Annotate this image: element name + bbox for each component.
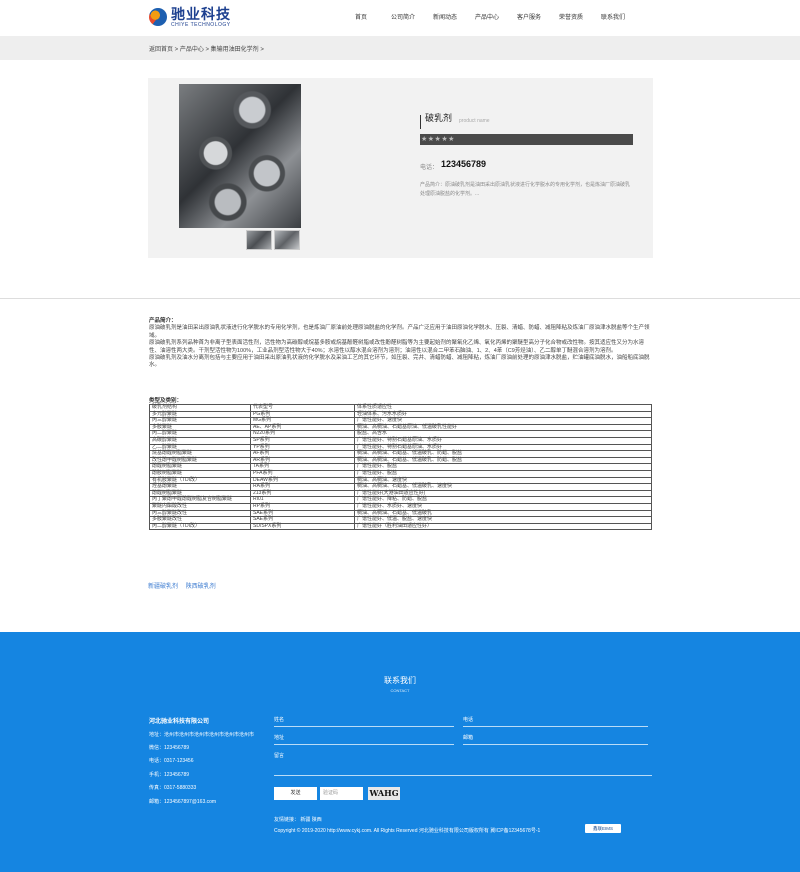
product-main-image[interactable] (179, 84, 301, 228)
table-cell: 稠油、高稠油、石蜡基、低温破乳、防蜡、脱盐 (354, 456, 652, 465)
tag-link[interactable]: 新疆破乳剂 (148, 584, 178, 590)
divider (0, 298, 800, 299)
logo-subtitle: CHIYE TECHNOLOGY (171, 21, 231, 28)
product-panel: 破乳剂 product name ★★★★★ 电话： 123456789 产品简… (148, 78, 653, 258)
rating-stars: ★★★★★ (420, 134, 633, 145)
product-thumbnails (246, 230, 300, 250)
phone-label: 电话： (420, 165, 439, 171)
breadcrumb[interactable]: 返回首页 > 产品中心 > 集输用油田化学剂 > (149, 44, 264, 53)
description-paragraph: 原油破乳剂系列品种首为非离子型表面活性剂，活性物为高碳醇或烷基多胺或烷基酚醛树脂… (149, 340, 645, 354)
friend-links[interactable]: 友情链接： 新疆 陕西 (274, 816, 322, 823)
captcha-input[interactable]: 验证码 (320, 787, 363, 800)
nav-service[interactable]: 客户服务 (508, 12, 550, 21)
product-thumbnail[interactable] (246, 230, 272, 250)
table-row: 改性酚甲醛树脂聚醚 AR系列 稠油、高稠油、石蜡基、低温破乳、防蜡、脱盐 (149, 456, 652, 465)
nav-honors[interactable]: 荣誉资质 (550, 12, 592, 21)
company-address: 地址：沧州市沧州市沧州市沧州市沧州市沧州市 (149, 732, 255, 738)
title-divider (420, 115, 421, 129)
table-cell: 广谱性能好、脱盐 (354, 463, 652, 471)
company-email: 邮箱：1234567897@163.com (149, 799, 217, 805)
captcha-image[interactable]: WAHG (368, 787, 400, 800)
table-cell: 广谱性能好、水质好、速度快 (354, 502, 652, 511)
nav-contact[interactable]: 联系我们 (592, 12, 634, 21)
table-row: 丙二醇聚醚（TDI改） SD/SPX系列 广谱性能好（胜利油田适应性好） (149, 522, 652, 531)
nav-about[interactable]: 公司简介 (382, 12, 424, 21)
nav-news[interactable]: 新闻动态 (424, 12, 466, 21)
contact-title: 联系我们 (384, 676, 416, 685)
copyright: Copyright © 2019-2020 http://www.cykj.co… (274, 828, 541, 834)
table-cell: RP系列 (250, 502, 355, 511)
tag-link[interactable]: 陕西破乳剂 (186, 584, 216, 590)
main-nav: 首页 公司简介 新闻动态 产品中心 客户服务 荣誉资质 联系我们 (340, 12, 634, 21)
message-field[interactable]: 留言 (274, 752, 652, 776)
contact-subtitle: CONTACT (390, 688, 410, 693)
spec-heading: 类型及类别： (149, 398, 183, 404)
table-row: 多胺聚醚 AE、AP系列 稠油、高稠油、石蜡基原油、低温破乳性能好 (149, 423, 652, 432)
product-title: 破乳剂 (425, 113, 453, 123)
table-row: 酚醛树脂聚醚 TA系列 广谱性能好、脱盐 (149, 463, 652, 471)
table-cell: 213系列 (250, 489, 355, 498)
site-footer: 联系我们 CONTACT 河北驰业科技有限公司 地址：沧州市沧州市沧州市沧州市沧… (0, 632, 800, 872)
logo-icon (149, 8, 167, 26)
product-thumbnail[interactable] (274, 230, 300, 250)
company-name: 河北驰业科技有限公司 (149, 719, 210, 725)
breadcrumb-bar: 返回首页 > 产品中心 > 集输用油田化学剂 > (0, 36, 800, 60)
company-tel: 电话：0317-123456 (149, 758, 194, 764)
nav-products[interactable]: 产品中心 (466, 12, 508, 21)
description-paragraph: 原油破乳剂及油水分离剂包括与主要应用于油田采出原油乳状液的化学脱水及采油工艺的其… (149, 355, 650, 369)
table-cell: SD/SPX系列 (250, 522, 355, 531)
address-field[interactable]: 地址 (274, 734, 454, 745)
spec-table: 破乳剂结构 代表型号 体系性质适应性 多元醇聚醚 PG系列 轻油体系、污水水质好 丙三醇聚醚… (149, 404, 652, 531)
product-summary: 产品简介：原油破乳剂是油田采出原油乳状液进行化学脱水的专用化学剂，也是炼油厂原油… (420, 182, 631, 197)
company-mobile: 手机：123456789 (149, 772, 190, 778)
email-field[interactable]: 邮箱 (463, 734, 648, 745)
related-tags: 新疆破乳剂 陕西破乳剂 (148, 581, 222, 590)
table-row: 聚醚内酯酸改性 RP系列 广谱性能好、水质好、速度快 (149, 502, 652, 511)
site-header: 驰业科技 CHIYE TECHNOLOGY 首页 公司简介 新闻动态 产品中心 … (0, 0, 800, 36)
table-cell: 稠油、高稠油、石蜡基原油、低温破乳性能好 (354, 423, 652, 432)
table-cell: 丙二醇聚醚（TDI改） (149, 522, 251, 531)
product-description: 产品简介： 原油破乳剂是油田采出原油乳状液进行化学脱水的专用化学剂，也是炼油厂原… (149, 318, 652, 370)
logo-title: 驰业科技 (171, 5, 231, 22)
cms-badge[interactable]: 鑫联EIMS (585, 824, 621, 833)
company-fax: 传真：0317-5880333 (149, 785, 197, 791)
logo[interactable]: 驰业科技 CHIYE TECHNOLOGY (149, 4, 231, 30)
table-cell: 广谱性能好（胜利油田适应性好） (354, 522, 652, 531)
description-paragraph: 原油破乳剂是油田采出原油乳状液进行化学脱水的专用化学剂，也是炼油厂原油前处理原油… (149, 325, 650, 339)
table-cell: 聚醚内酯酸改性 (149, 502, 251, 511)
name-field[interactable]: 姓名 (274, 716, 454, 727)
phone-field[interactable]: 电话 (463, 716, 648, 727)
company-wechat: 微信：123456789 (149, 745, 190, 751)
send-button[interactable]: 发送 (274, 787, 317, 800)
nav-home[interactable]: 首页 (340, 12, 382, 21)
product-title-en: product name (459, 118, 490, 124)
phone-number: 123456789 (441, 159, 487, 169)
